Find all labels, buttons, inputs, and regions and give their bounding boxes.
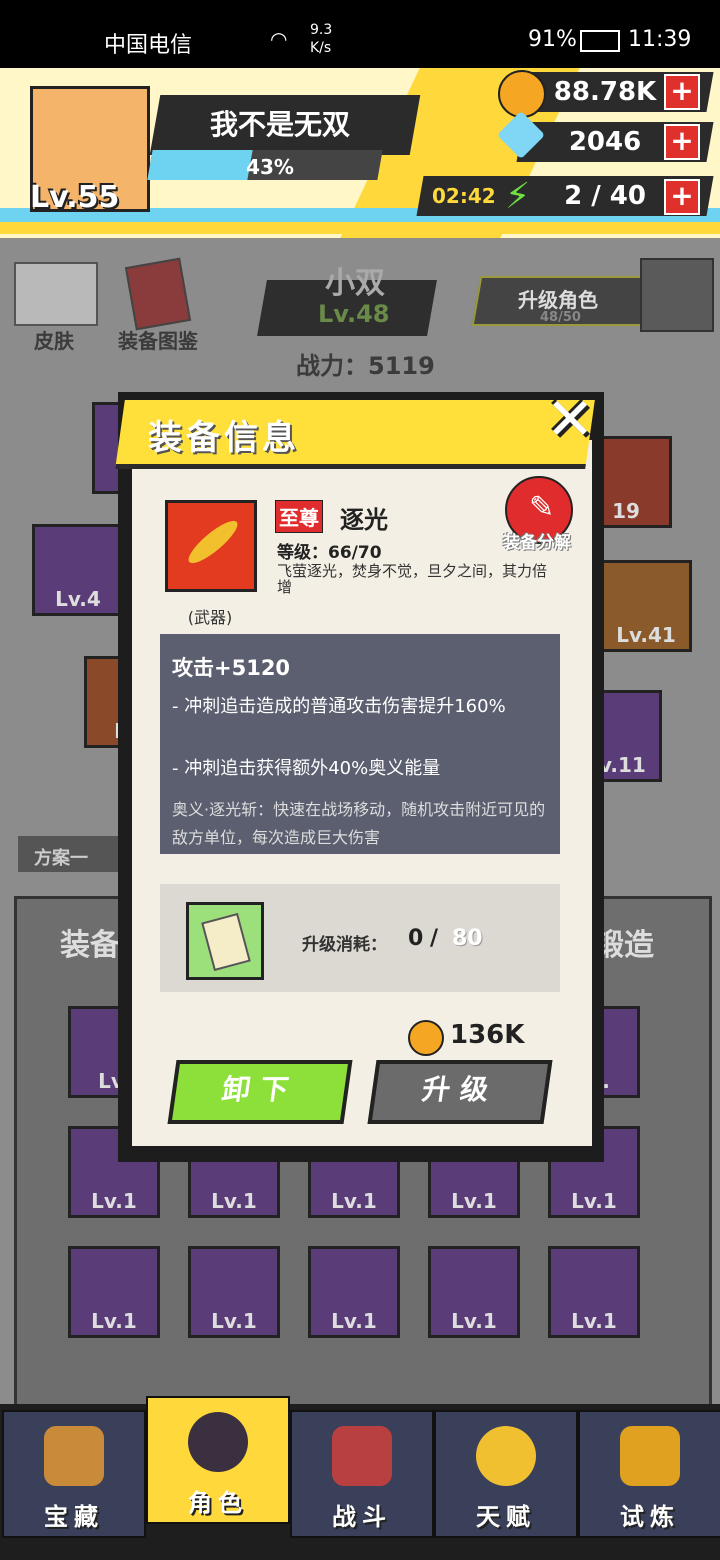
battle-icon — [332, 1426, 392, 1486]
catalog-label: 装备图鉴 — [118, 329, 198, 353]
character-level: Lv.48 — [318, 300, 390, 328]
talent-bulb-icon — [476, 1426, 536, 1486]
catalog-book-icon[interactable] — [124, 257, 192, 331]
skin-label: 皮肤 — [34, 329, 74, 353]
gift-box-icon[interactable] — [640, 258, 714, 332]
inventory-slot[interactable]: Lv.1 — [68, 1246, 160, 1338]
gold-paw-icon — [498, 70, 546, 118]
gold-cost: 136K — [450, 1020, 525, 1050]
plan-label: 方案一 — [34, 848, 88, 869]
item-rarity-badge: 至尊 — [275, 500, 323, 533]
nav-treasure[interactable]: 宝藏 — [2, 1410, 146, 1538]
inventory-slot[interactable]: Lv.1 — [548, 1246, 640, 1338]
status-bar: 中国电信 9.3 K/s 91% 11:39 ◠ — [0, 0, 720, 68]
player-level: Lv.55 — [30, 180, 120, 215]
net-speed-value: 9.3 — [310, 22, 333, 38]
equip-tab[interactable]: 装备 — [60, 920, 120, 964]
upgrade-button[interactable]: 升级 — [367, 1060, 553, 1124]
treasure-chest-icon — [44, 1426, 104, 1486]
energy-value: 2 / 40 — [564, 181, 646, 211]
add-diamond-button[interactable]: + — [664, 124, 700, 160]
close-icon[interactable]: ✕ — [540, 390, 600, 450]
stat-effect: - 冲刺追击获得额外40%奥义能量 — [172, 758, 441, 779]
upgrade-cost-label: 升级消耗： — [302, 935, 387, 955]
player-name: 我不是无双 — [209, 108, 350, 141]
upgrade-character-progress: 48/50 — [540, 310, 581, 325]
stat-effect: - 冲刺追击造成的普通攻击伤害提升160% — [172, 696, 506, 717]
item-description: 飞萤逐光，焚身不觉，旦夕之间，其力倍增 — [277, 562, 548, 596]
modal-title: 装备信息 — [148, 418, 300, 458]
carrier-label: 中国电信 — [104, 33, 193, 58]
nav-battle[interactable]: 战斗 — [290, 1410, 434, 1538]
energy-timer: 02:42 — [432, 184, 496, 208]
inventory-slot[interactable]: Lv.1 — [428, 1246, 520, 1338]
xp-percent: 43% — [246, 155, 294, 179]
nav-character[interactable]: 角色 — [146, 1396, 290, 1524]
unequip-button[interactable]: 卸下 — [167, 1060, 353, 1124]
skin-shirt-icon[interactable] — [14, 262, 98, 326]
add-energy-button[interactable]: + — [664, 179, 700, 215]
equipped-slot-shirt[interactable]: Lv.41 — [600, 560, 692, 652]
nav-trial[interactable]: 试炼 — [578, 1410, 720, 1538]
inventory-slot[interactable]: Lv.1 — [188, 1246, 280, 1338]
item-name: 逐光 — [340, 506, 388, 534]
stat-attack: 攻击+5120 — [172, 656, 291, 680]
trial-emblem-icon — [620, 1426, 680, 1486]
clock: 11:39 — [628, 27, 692, 52]
upgrade-character-label: 升级角色 — [518, 288, 598, 312]
dismantle-label[interactable]: 装备分解 — [494, 528, 580, 553]
upgrade-cost-separator: / — [430, 926, 439, 951]
lightning-icon: ⚡ — [505, 176, 531, 217]
gold-paw-icon — [408, 1020, 444, 1056]
scroll-icon — [186, 902, 264, 980]
diamond-value: 2046 — [568, 127, 642, 157]
character-name: 小双 — [325, 266, 385, 301]
add-gold-button[interactable]: + — [664, 74, 700, 110]
net-speed-unit: K/s — [310, 40, 332, 56]
nav-talent[interactable]: 天赋 — [434, 1410, 578, 1538]
character-icon — [188, 1412, 248, 1472]
battery-icon — [580, 30, 620, 52]
upgrade-cost-required: 80 — [452, 926, 483, 951]
item-weapon-icon — [165, 500, 257, 592]
inventory-slot[interactable]: Lv.1 — [308, 1246, 400, 1338]
wifi-icon: ◠ — [270, 27, 288, 51]
power-value: 战力：5119 — [296, 352, 435, 380]
xp-bar-fill — [147, 150, 253, 180]
upgrade-cost-owned: 0 — [408, 926, 424, 951]
equipped-slot-ring[interactable]: Lv.4 — [32, 524, 124, 616]
item-type: (武器) — [187, 608, 233, 627]
battery-label: 91% — [528, 27, 577, 52]
item-level: 等级：66/70 — [277, 543, 382, 563]
skill-description: 奥义·逐光斩：快速在战场移动，随机攻击附近可见的敌方单位，每次造成巨大伤害 — [172, 800, 546, 847]
gold-value: 88.78K — [553, 77, 657, 107]
